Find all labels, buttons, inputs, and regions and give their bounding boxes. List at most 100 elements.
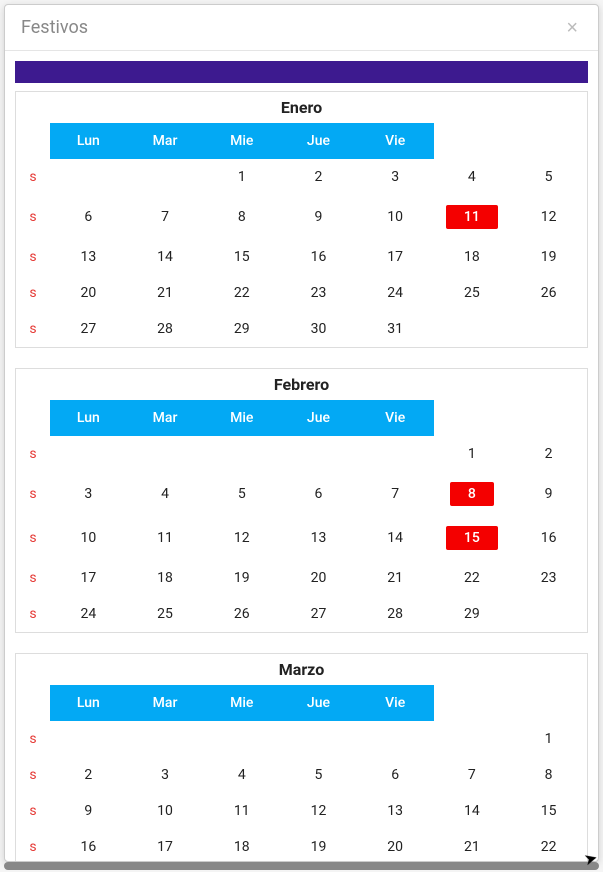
day-cell[interactable]: 6 [357,757,434,793]
day-cell-holiday[interactable]: 8 [434,472,511,516]
day-cell[interactable]: 6 [280,472,357,516]
day-cell[interactable]: 10 [357,195,434,239]
day-cell[interactable]: 12 [280,793,357,829]
day-cell[interactable]: 1 [434,436,511,472]
day-cell[interactable]: 24 [357,275,434,311]
day-cell[interactable]: 11 [203,793,280,829]
day-cell[interactable]: 14 [127,239,204,275]
day-cell[interactable]: 10 [127,793,204,829]
day-cell[interactable]: 28 [357,596,434,632]
day-cell[interactable]: 26 [203,596,280,632]
day-cell[interactable]: 3 [357,159,434,195]
day-cell[interactable]: 3 [50,472,127,516]
day-cell-empty [203,436,280,472]
day-header-weekday: Vie [357,685,434,721]
day-cell[interactable]: 2 [510,436,587,472]
day-cell[interactable]: 31 [357,311,434,347]
day-cell[interactable]: 22 [203,275,280,311]
day-cell[interactable]: 1 [203,159,280,195]
day-cell[interactable]: 19 [203,560,280,596]
day-cell[interactable]: 20 [357,829,434,861]
day-cell[interactable]: 14 [357,516,434,560]
day-cell[interactable]: 5 [280,757,357,793]
day-cell[interactable]: 4 [203,757,280,793]
calendar-table: LunMarMieJueVieSabDoms1s2345678s91011121… [16,685,587,861]
day-cell[interactable]: 28 [127,311,204,347]
day-cell[interactable]: 25 [434,275,511,311]
table-row: s16171819202122 [16,829,587,861]
day-cell[interactable]: 13 [50,239,127,275]
day-cell-empty [434,311,511,347]
day-cell[interactable]: 3 [127,757,204,793]
day-cell[interactable]: 17 [127,829,204,861]
modal-header: Festivos × [5,5,598,51]
day-cell[interactable]: 29 [203,311,280,347]
day-cell[interactable]: 19 [510,239,587,275]
day-cell-holiday[interactable]: 15 [434,516,511,560]
day-cell[interactable]: 10 [50,516,127,560]
day-cell[interactable]: 25 [127,596,204,632]
day-cell[interactable]: 15 [510,793,587,829]
day-cell[interactable]: 17 [357,239,434,275]
day-cell[interactable]: 16 [280,239,357,275]
day-cell[interactable]: 4 [434,159,511,195]
day-cell[interactable]: 18 [203,829,280,861]
day-cell[interactable]: 8 [203,195,280,239]
day-cell-holiday[interactable]: 11 [434,195,511,239]
day-cell[interactable]: 27 [50,311,127,347]
day-cell[interactable]: 20 [280,560,357,596]
horizontal-scrollbar[interactable] [4,862,599,870]
day-cell[interactable]: 4 [127,472,204,516]
holidays-modal: Festivos × EneroLunMarMieJueVieSabDoms12… [4,4,599,862]
day-cell[interactable]: 15 [203,239,280,275]
table-row: s6789101112 [16,195,587,239]
day-cell[interactable]: 21 [434,829,511,861]
day-cell[interactable]: 13 [357,793,434,829]
day-cell[interactable]: 9 [510,472,587,516]
day-header-weekday: Mie [203,123,280,159]
day-cell[interactable]: 13 [280,516,357,560]
day-cell[interactable]: 26 [510,275,587,311]
day-cell[interactable]: 9 [50,793,127,829]
day-cell[interactable]: 22 [434,560,511,596]
day-cell[interactable]: 16 [50,829,127,861]
day-cell[interactable]: 20 [50,275,127,311]
day-cell[interactable]: 2 [50,757,127,793]
day-cell[interactable]: 27 [280,596,357,632]
day-cell[interactable]: 9 [280,195,357,239]
day-cell[interactable]: 21 [127,275,204,311]
day-cell[interactable]: 18 [127,560,204,596]
table-row: s17181920212223 [16,560,587,596]
day-cell[interactable]: 8 [510,757,587,793]
day-cell[interactable]: 19 [280,829,357,861]
close-button[interactable]: × [562,18,582,38]
day-cell[interactable]: 21 [357,560,434,596]
day-cell[interactable]: 5 [510,159,587,195]
table-row: s3456789 [16,472,587,516]
day-cell-empty [510,311,587,347]
day-cell[interactable]: 30 [280,311,357,347]
day-cell[interactable]: 23 [510,560,587,596]
day-cell[interactable]: 16 [510,516,587,560]
day-cell[interactable]: 7 [127,195,204,239]
day-cell[interactable]: 29 [434,596,511,632]
day-cell[interactable]: 23 [280,275,357,311]
day-cell[interactable]: 14 [434,793,511,829]
day-cell[interactable]: 22 [510,829,587,861]
day-cell[interactable]: 5 [203,472,280,516]
week-marker: s [16,516,50,560]
day-cell[interactable]: 11 [127,516,204,560]
day-cell[interactable]: 6 [50,195,127,239]
day-cell[interactable]: 24 [50,596,127,632]
day-cell-empty [280,436,357,472]
modal-body[interactable]: EneroLunMarMieJueVieSabDoms12345s6789101… [5,51,598,861]
day-cell[interactable]: 18 [434,239,511,275]
day-cell[interactable]: 2 [280,159,357,195]
day-cell[interactable]: 12 [203,516,280,560]
day-cell[interactable]: 1 [510,721,587,757]
day-cell[interactable]: 17 [50,560,127,596]
day-cell[interactable]: 7 [357,472,434,516]
day-cell[interactable]: 12 [510,195,587,239]
week-marker: s [16,560,50,596]
day-cell[interactable]: 7 [434,757,511,793]
